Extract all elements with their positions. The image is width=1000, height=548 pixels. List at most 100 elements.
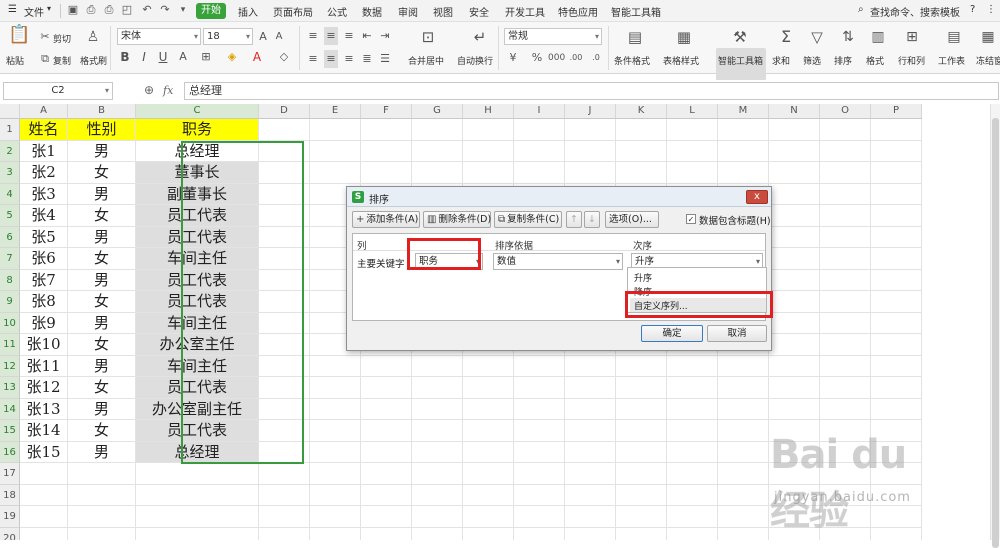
- cell-h16[interactable]: [463, 441, 514, 463]
- tab-security[interactable]: 安全: [469, 4, 489, 19]
- cell-e17[interactable]: [310, 463, 361, 485]
- cell-c8[interactable]: 员工代表: [136, 269, 259, 291]
- cell-e18[interactable]: [310, 484, 361, 506]
- cell-o5[interactable]: [820, 205, 871, 227]
- cell-b16[interactable]: 男: [68, 441, 136, 463]
- column-header-b[interactable]: B: [68, 104, 136, 119]
- cell-o12[interactable]: [820, 355, 871, 377]
- copy-button[interactable]: 复制: [53, 54, 71, 67]
- justify-icon[interactable]: ≣: [360, 50, 374, 68]
- cell-h14[interactable]: [463, 398, 514, 420]
- cell-k3[interactable]: [616, 162, 667, 184]
- cell-d8[interactable]: [259, 269, 310, 291]
- cell-f12[interactable]: [361, 355, 412, 377]
- cell-c1[interactable]: 职务: [136, 119, 259, 141]
- cell-g2[interactable]: [412, 140, 463, 162]
- cell-o7[interactable]: [820, 248, 871, 270]
- table-style-icon[interactable]: ▦: [674, 28, 694, 46]
- column-header-l[interactable]: L: [667, 104, 718, 119]
- cell-l20[interactable]: [667, 527, 718, 540]
- cell-g14[interactable]: [412, 398, 463, 420]
- cell-m18[interactable]: [718, 484, 769, 506]
- paste-button[interactable]: 粘贴: [6, 54, 24, 67]
- cell-i20[interactable]: [514, 527, 565, 540]
- cell-p9[interactable]: [871, 291, 922, 313]
- rows-cols-icon[interactable]: ⊞: [902, 28, 922, 46]
- cell-h15[interactable]: [463, 420, 514, 442]
- cell-f19[interactable]: [361, 506, 412, 528]
- cell-n9[interactable]: [769, 291, 820, 313]
- indent-increase-icon[interactable]: ⇥: [378, 27, 392, 45]
- cell-d12[interactable]: [259, 355, 310, 377]
- cell-e16[interactable]: [310, 441, 361, 463]
- option-custom-list[interactable]: 自定义序列...: [630, 298, 766, 312]
- cell-b2[interactable]: 男: [68, 140, 136, 162]
- cell-i1[interactable]: [514, 119, 565, 141]
- cell-j3[interactable]: [565, 162, 616, 184]
- tab-page-layout[interactable]: 页面布局: [273, 4, 313, 19]
- cell-b19[interactable]: [68, 506, 136, 528]
- cell-b15[interactable]: 女: [68, 420, 136, 442]
- options-button[interactable]: 选项(O)...: [605, 211, 659, 228]
- cell-k20[interactable]: [616, 527, 667, 540]
- sort-icon[interactable]: ⇅: [838, 28, 858, 46]
- cell-d5[interactable]: [259, 205, 310, 227]
- cell-f20[interactable]: [361, 527, 412, 540]
- cell-l14[interactable]: [667, 398, 718, 420]
- column-header-e[interactable]: E: [310, 104, 361, 119]
- cell-l2[interactable]: [667, 140, 718, 162]
- cell-g3[interactable]: [412, 162, 463, 184]
- cell-p6[interactable]: [871, 226, 922, 248]
- cell-b18[interactable]: [68, 484, 136, 506]
- wrap-text-icon[interactable]: ↵: [470, 28, 490, 46]
- cell-c11[interactable]: 办公室主任: [136, 334, 259, 356]
- cell-k2[interactable]: [616, 140, 667, 162]
- cell-o10[interactable]: [820, 312, 871, 334]
- cell-p17[interactable]: [871, 463, 922, 485]
- ok-button[interactable]: 确定: [641, 325, 703, 342]
- font-size-select[interactable]: 18 ▾: [203, 28, 253, 45]
- cell-n11[interactable]: [769, 334, 820, 356]
- select-all-corner[interactable]: [0, 104, 20, 119]
- cell-b3[interactable]: 女: [68, 162, 136, 184]
- cell-p7[interactable]: [871, 248, 922, 270]
- zoom-icon[interactable]: ⊕: [144, 83, 154, 97]
- cell-k12[interactable]: [616, 355, 667, 377]
- more-icon[interactable]: ⋮: [986, 4, 996, 15]
- add-condition-button[interactable]: + 添加条件(A): [352, 211, 420, 228]
- cell-p15[interactable]: [871, 420, 922, 442]
- cell-c7[interactable]: 车间主任: [136, 248, 259, 270]
- print-icon[interactable]: ⎙: [102, 3, 116, 17]
- cell-n3[interactable]: [769, 162, 820, 184]
- export-pdf-icon[interactable]: ⎙: [84, 3, 98, 17]
- cell-i2[interactable]: [514, 140, 565, 162]
- column-header-a[interactable]: A: [20, 104, 68, 119]
- cell-k13[interactable]: [616, 377, 667, 399]
- merge-center-icon[interactable]: ⊡: [418, 28, 438, 46]
- cell-d14[interactable]: [259, 398, 310, 420]
- sum-button[interactable]: 求和: [772, 54, 790, 67]
- cell-g20[interactable]: [412, 527, 463, 540]
- cell-j15[interactable]: [565, 420, 616, 442]
- tab-developer[interactable]: 开发工具: [505, 4, 545, 19]
- cell-o3[interactable]: [820, 162, 871, 184]
- cell-p14[interactable]: [871, 398, 922, 420]
- cell-h18[interactable]: [463, 484, 514, 506]
- cell-b10[interactable]: 男: [68, 312, 136, 334]
- cell-n20[interactable]: [769, 527, 820, 540]
- column-header-g[interactable]: G: [412, 104, 463, 119]
- column-header-d[interactable]: D: [259, 104, 310, 119]
- increase-decimal-icon[interactable]: .00: [568, 49, 584, 67]
- column-header-f[interactable]: F: [361, 104, 412, 119]
- filter-icon[interactable]: ▽: [807, 28, 827, 46]
- cell-c15[interactable]: 员工代表: [136, 420, 259, 442]
- cell-a7[interactable]: 张6: [20, 248, 68, 270]
- cell-n19[interactable]: [769, 506, 820, 528]
- cell-e19[interactable]: [310, 506, 361, 528]
- cell-c5[interactable]: 员工代表: [136, 205, 259, 227]
- wrap-text-button[interactable]: 自动换行: [457, 54, 493, 67]
- cell-a9[interactable]: 张8: [20, 291, 68, 313]
- cell-j18[interactable]: [565, 484, 616, 506]
- column-header-c[interactable]: C: [136, 104, 259, 119]
- row-header-5[interactable]: 5: [0, 205, 20, 227]
